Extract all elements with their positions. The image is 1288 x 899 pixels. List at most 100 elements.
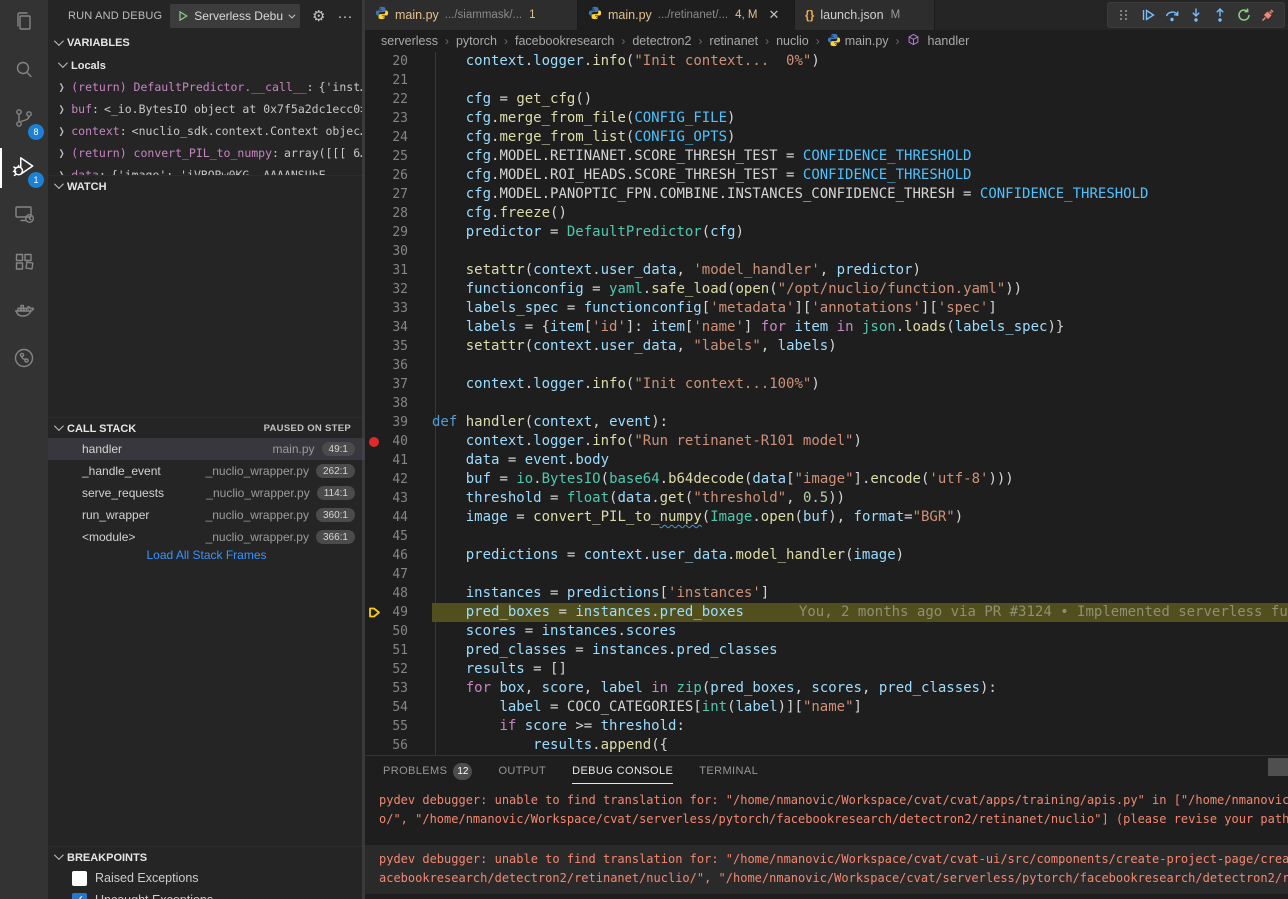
breakpoint-row[interactable]: Raised Exceptions [48,867,365,889]
checkbox-checked[interactable]: ✓ [72,893,87,899]
activity-item-docker[interactable] [0,288,48,336]
tab-main.py-2[interactable]: main.py.../retinanet/...4, M✕ [578,0,795,30]
code-line-47[interactable]: 47 [365,565,1288,584]
debug-console-output[interactable]: pydev debugger: unable to find translati… [365,786,1288,899]
code-line-26[interactable]: 26 cfg.MODEL.ROI_HEADS.SCORE_THRESH_TEST… [365,166,1288,185]
gutter[interactable] [365,261,385,280]
code-line-23[interactable]: 23 cfg.merge_from_file(CONFIG_FILE) [365,109,1288,128]
breakpoint-row[interactable]: ✓Uncaught Exceptions [48,889,365,899]
gear-icon[interactable]: ⚙ [312,7,325,25]
code-line-25[interactable]: 25 cfg.MODEL.RETINANET.SCORE_THRESH_TEST… [365,147,1288,166]
code-line-21[interactable]: 21 [365,71,1288,90]
code-line-45[interactable]: 45 [365,527,1288,546]
code-line-39[interactable]: 39def handler(context, event): [365,413,1288,432]
code-line-35[interactable]: 35 setattr(context.user_data, "labels", … [365,337,1288,356]
stack-frame-row[interactable]: <module>_nuclio_wrapper.py366:1 [48,526,365,548]
chevron-right-icon[interactable]: ❯ [59,80,65,94]
gutter[interactable] [365,318,385,337]
breadcrumb-item-retinanet[interactable]: retinanet [709,34,758,48]
gutter[interactable] [365,166,385,185]
gutter[interactable] [365,52,385,71]
gutter[interactable] [365,128,385,147]
variable-row[interactable]: ❯context:<nuclio_sdk.context.Context obj… [48,120,362,142]
code-line-31[interactable]: 31 setattr(context.user_data, 'model_han… [365,261,1288,280]
activity-item-remote-explorer[interactable] [0,192,48,240]
gutter[interactable] [365,90,385,109]
console-message-block[interactable]: pydev debugger: unable to find translati… [365,786,1288,835]
code-line-36[interactable]: 36 [365,356,1288,375]
breadcrumb-item-facebookresearch[interactable]: facebookresearch [515,34,614,48]
breadcrumb-item-pytorch[interactable]: pytorch [456,34,497,48]
breadcrumb-item-nuclio[interactable]: nuclio [776,34,809,48]
code-line-44[interactable]: 44 image = convert_PIL_to_numpy(Image.op… [365,508,1288,527]
gutter[interactable] [365,736,385,755]
code-line-38[interactable]: 38 [365,394,1288,413]
activity-item-source-control[interactable]: 8 [0,96,48,144]
gutter[interactable] [365,546,385,565]
code-line-54[interactable]: 54 label = COCO_CATEGORIES[int(label)]["… [365,698,1288,717]
step-out-button[interactable] [1208,3,1232,27]
variable-row[interactable]: ❯(return) convert_PIL_to_numpy:array([[[… [48,142,362,164]
panel-tab-output[interactable]: OUTPUT [498,756,546,786]
activity-item-explorer[interactable] [0,0,48,48]
gutter[interactable] [365,641,385,660]
gutter[interactable] [365,489,385,508]
code-line-33[interactable]: 33 labels_spec = functionconfig['metadat… [365,299,1288,318]
step-over-button[interactable] [1160,3,1184,27]
panel-tab-debug-console[interactable]: DEBUG CONSOLE [572,756,673,786]
panel-scrollbar[interactable] [1268,758,1288,776]
code-line-30[interactable]: 30 [365,242,1288,261]
code-line-49[interactable]: 49 pred_boxes = instances.pred_boxesYou,… [365,603,1288,622]
breadcrumb-item-serverless[interactable]: serverless [381,34,438,48]
load-all-stack-frames-link[interactable]: Load All Stack Frames [48,548,365,562]
gutter[interactable] [365,394,385,413]
continue-button[interactable] [1136,3,1160,27]
tab-main.py-1[interactable]: main.py.../siammask/...1 [365,0,578,30]
chevron-right-icon[interactable]: ❯ [59,146,65,160]
code-line-29[interactable]: 29 predictor = DefaultPredictor(cfg) [365,223,1288,242]
code-line-34[interactable]: 34 labels = {item['id']: item['name'] fo… [365,318,1288,337]
variable-row[interactable]: ❯data:{'image': 'iVBORw0KG..AAAANSUhE… [48,164,362,175]
variable-row[interactable]: ❯buf:<_io.BytesIO object at 0x7f5a2dc1ec… [48,98,362,120]
stack-frame-row[interactable]: serve_requests_nuclio_wrapper.py114:1 [48,482,365,504]
breadcrumb-item-handler[interactable]: handler [907,33,970,49]
code-editor[interactable]: 20 context.logger.info("Init context... … [365,52,1288,755]
code-line-46[interactable]: 46 predictions = context.user_data.model… [365,546,1288,565]
watch-section-header[interactable]: WATCH [48,175,365,197]
gutter[interactable] [365,375,385,394]
gutter[interactable] [365,109,385,128]
gutter[interactable] [365,470,385,489]
call-stack-section-header[interactable]: CALL STACK PAUSED ON STEP [48,417,365,439]
launch-config-dropdown[interactable]: Serverless Debu [170,4,300,28]
code-line-27[interactable]: 27 cfg.MODEL.PANOPTIC_FPN.COMBINE.INSTAN… [365,185,1288,204]
tab-launch.json[interactable]: {}launch.jsonM [795,0,935,30]
activity-item-git-graph[interactable] [0,336,48,384]
code-line-24[interactable]: 24 cfg.merge_from_list(CONFIG_OPTS) [365,128,1288,147]
stack-frame-row[interactable]: handlermain.py49:1 [48,438,365,460]
code-line-41[interactable]: 41 data = event.body [365,451,1288,470]
code-line-20[interactable]: 20 context.logger.info("Init context... … [365,52,1288,71]
chevron-right-icon[interactable]: ❯ [59,168,65,175]
gutter[interactable] [365,337,385,356]
gutter[interactable] [365,622,385,641]
stack-frame-row[interactable]: run_wrapper_nuclio_wrapper.py360:1 [48,504,365,526]
code-line-52[interactable]: 52 results = [] [365,660,1288,679]
gutter[interactable] [365,508,385,527]
code-line-48[interactable]: 48 instances = predictions['instances'] [365,584,1288,603]
code-line-37[interactable]: 37 context.logger.info("Init context...1… [365,375,1288,394]
start-debug-icon[interactable] [177,10,189,22]
activity-item-extensions[interactable] [0,240,48,288]
gutter[interactable] [365,660,385,679]
variable-row[interactable]: ❯(return) DefaultPredictor.__call__:{'in… [48,76,362,98]
code-line-51[interactable]: 51 pred_classes = instances.pred_classes [365,641,1288,660]
gutter[interactable] [365,584,385,603]
gutter[interactable] [365,280,385,299]
gutter[interactable] [365,185,385,204]
breadcrumb-item-detectron2[interactable]: detectron2 [632,34,691,48]
launch-config-label[interactable]: Serverless Debu [194,9,283,23]
code-line-28[interactable]: 28 cfg.freeze() [365,204,1288,223]
code-line-42[interactable]: 42 buf = io.BytesIO(base64.b64decode(dat… [365,470,1288,489]
gutter[interactable] [365,603,385,622]
step-into-button[interactable] [1184,3,1208,27]
gutter[interactable] [365,223,385,242]
